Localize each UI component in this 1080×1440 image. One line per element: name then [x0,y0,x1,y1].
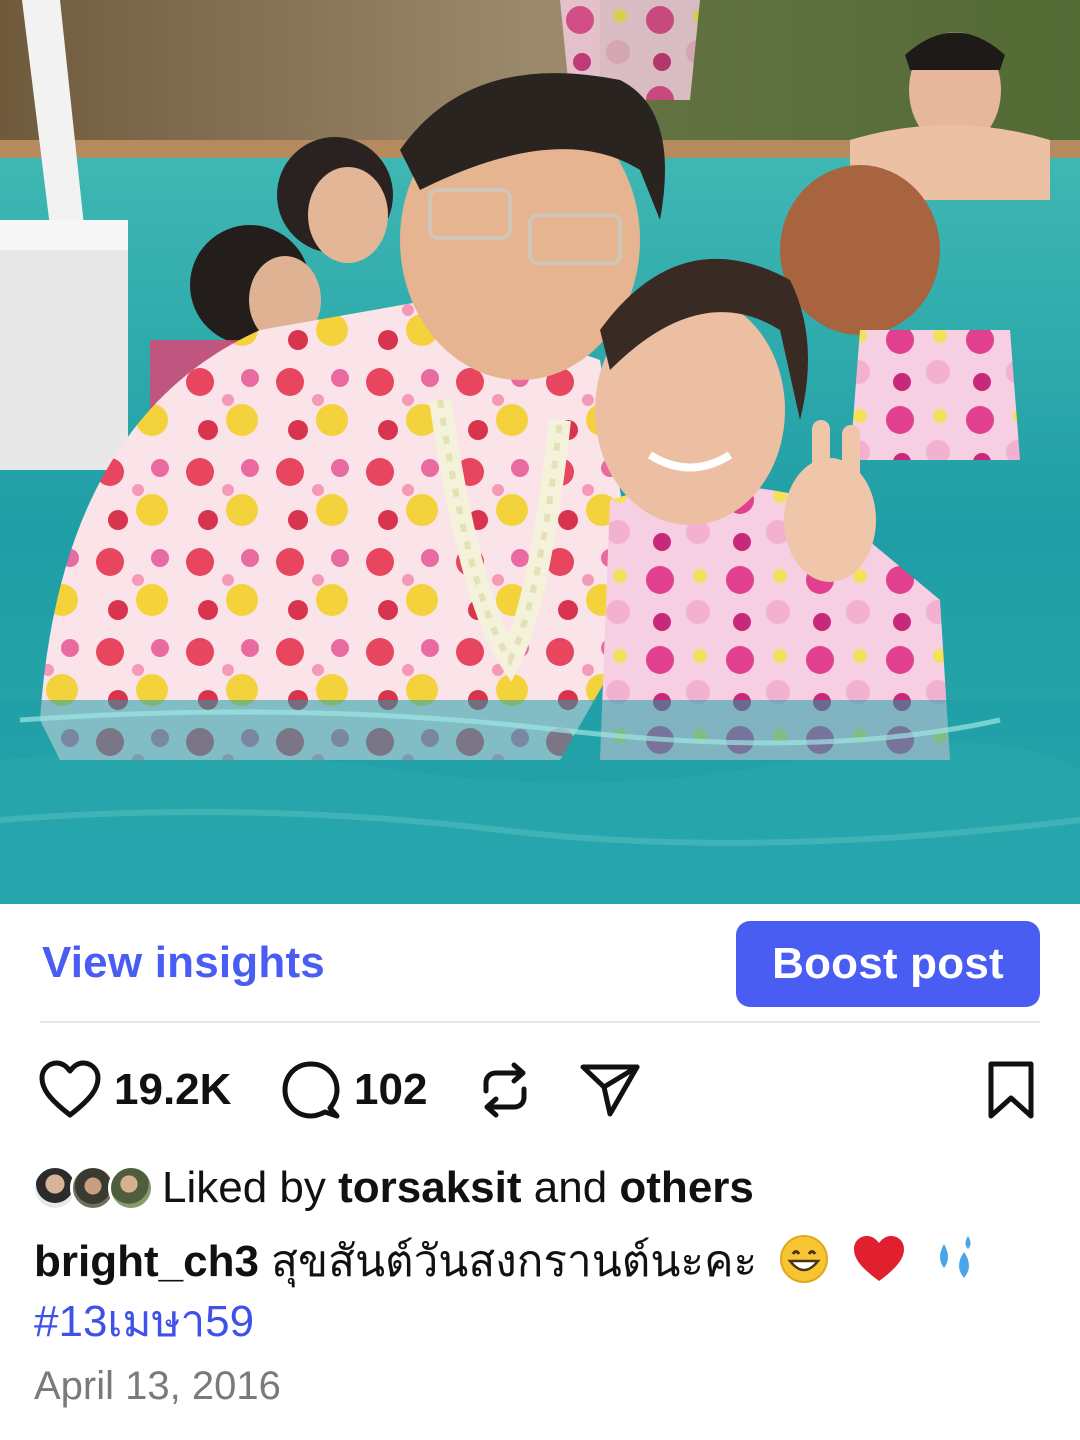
red-heart-emoji [853,1236,904,1281]
liked-by-row[interactable]: Liked by torsaksit and others [32,1160,754,1216]
post-actions-bar: View insights Boost post [0,904,1080,1022]
bookmark-icon[interactable] [986,1060,1036,1120]
photo-illustration [0,0,1080,904]
like-group[interactable]: 19.2K [38,1050,231,1130]
divider [40,1021,1040,1023]
liked-by-user[interactable]: torsaksit [338,1163,521,1212]
caption: bright_ch3 สุขสันต์วันสงกรานต์นะคะ [34,1232,1044,1292]
engagement-row: 19.2K 102 [0,1050,1080,1130]
caption-text: สุขสันต์วันสงกรานต์นะคะ [271,1237,758,1286]
repost-icon[interactable] [478,1061,532,1119]
bookmark-group[interactable] [986,1050,1036,1130]
comment-count[interactable]: 102 [354,1065,427,1115]
liked-by-middle: and [521,1163,620,1212]
liker-avatars[interactable] [32,1163,156,1213]
share-group[interactable] [578,1050,642,1130]
liked-by-others[interactable]: others [619,1163,753,1212]
liked-by-prefix: Liked by [162,1163,339,1212]
view-insights-link[interactable]: View insights [42,938,325,988]
comment-icon[interactable] [280,1059,342,1121]
heart-icon[interactable] [38,1060,102,1120]
grinning-face-emoji [780,1235,829,1283]
share-icon[interactable] [578,1061,642,1119]
comment-group[interactable]: 102 [280,1050,427,1130]
post-date: April 13, 2016 [34,1364,281,1408]
boost-post-button[interactable]: Boost post [736,921,1040,1007]
caption-hashtag[interactable]: #13เมษา59 [34,1292,254,1352]
post-photo[interactable] [0,0,1080,904]
like-count[interactable]: 19.2K [114,1065,231,1115]
avatar[interactable] [108,1165,154,1211]
caption-username[interactable]: bright_ch3 [34,1237,259,1286]
repost-group[interactable] [478,1050,532,1130]
liked-by-text: Liked by torsaksit and others [162,1163,754,1213]
sweat-droplets-emoji [939,1236,971,1278]
